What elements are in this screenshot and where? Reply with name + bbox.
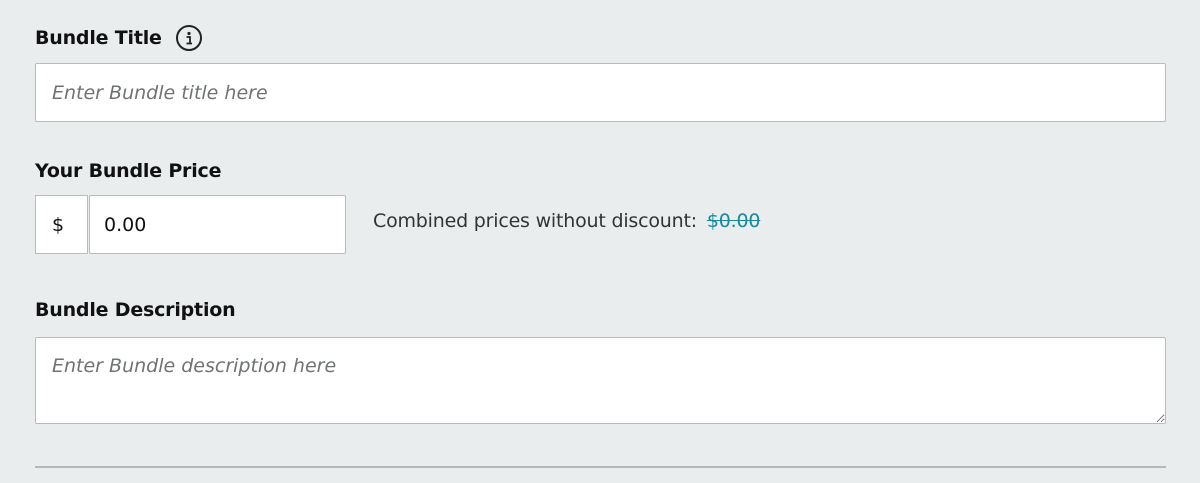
section-divider [35,466,1166,468]
bundle-price-input[interactable] [89,195,346,254]
combined-prices-info: Combined prices without discount: $0.00 [373,210,761,232]
bundle-description-label: Bundle Description [35,299,236,321]
combined-prices-label: Combined prices without discount: [373,210,697,232]
bundle-price-label: Your Bundle Price [35,160,222,182]
info-icon[interactable] [175,25,202,51]
bundle-title-label-text: Bundle Title [35,27,162,49]
bundle-title-label: Bundle Title [35,25,202,51]
currency-symbol: $ [35,195,88,254]
combined-prices-value: $0.00 [706,210,761,232]
bundle-description-input[interactable] [35,337,1166,424]
bundle-title-input[interactable] [35,63,1166,122]
